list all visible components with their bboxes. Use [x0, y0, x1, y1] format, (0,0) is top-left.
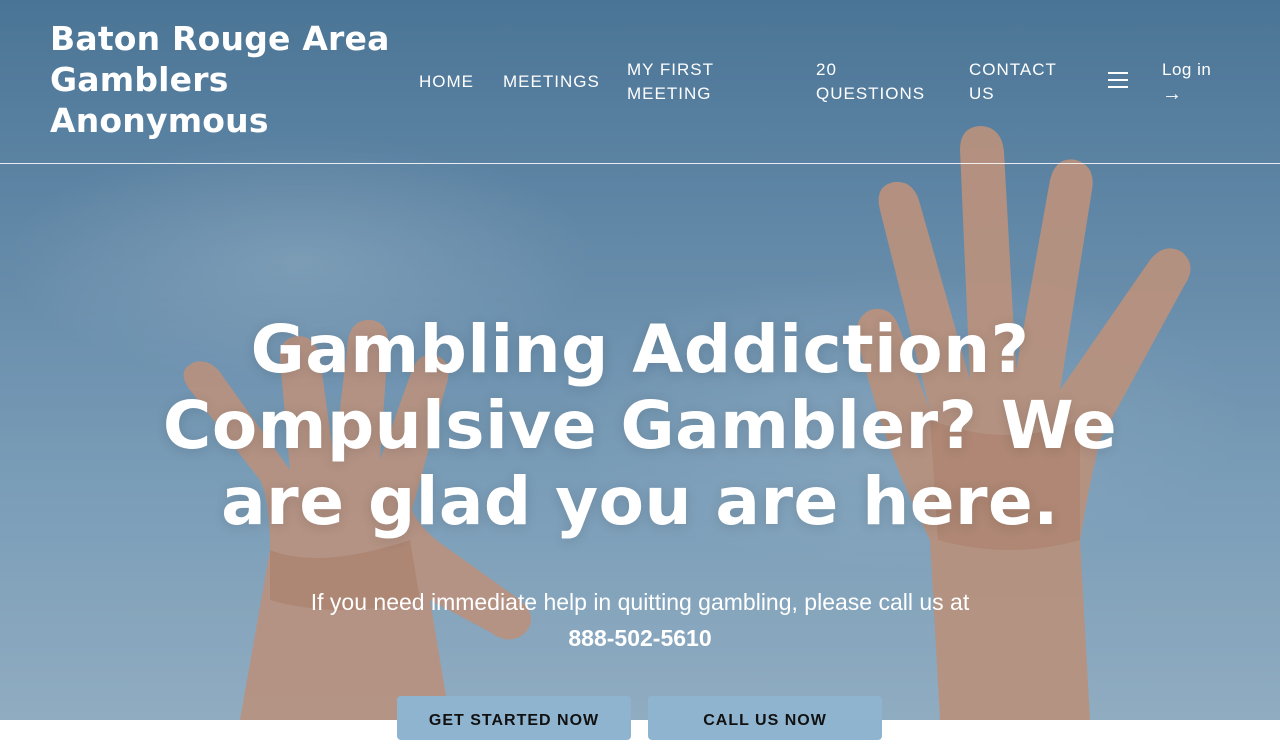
nav-20-questions[interactable]: 20 QUESTIONS [816, 58, 946, 106]
login-link[interactable]: Log in → [1162, 58, 1211, 106]
site-title[interactable]: Baton Rouge Area Gamblers Anonymous [50, 18, 390, 141]
get-started-button[interactable]: GET STARTED NOW [397, 696, 631, 740]
arrow-right-icon: → [1162, 83, 1183, 105]
hero-section: Gambling Addiction? Compulsive Gambler? … [0, 312, 1280, 656]
hero-headline: Gambling Addiction? Compulsive Gambler? … [162, 311, 1118, 540]
hero-subtext: If you need immediate help in quitting g… [260, 584, 1020, 656]
nav-home[interactable]: HOME [419, 70, 474, 94]
hero-subtext-line: If you need immediate help in quitting g… [310, 589, 970, 615]
login-label: Log in [1162, 60, 1212, 79]
hero-phone[interactable]: 888-502-5610 [260, 620, 1020, 656]
nav-meetings[interactable]: MEETINGS [503, 70, 600, 94]
nav-my-first-meeting[interactable]: MY FIRST MEETING [627, 58, 747, 106]
site-header: Baton Rouge Area Gamblers Anonymous HOME… [0, 0, 1280, 164]
hamburger-menu-icon[interactable] [1108, 72, 1128, 88]
call-us-button[interactable]: CALL US NOW [648, 696, 882, 740]
nav-contact-us[interactable]: CONTACT US [969, 58, 1069, 106]
